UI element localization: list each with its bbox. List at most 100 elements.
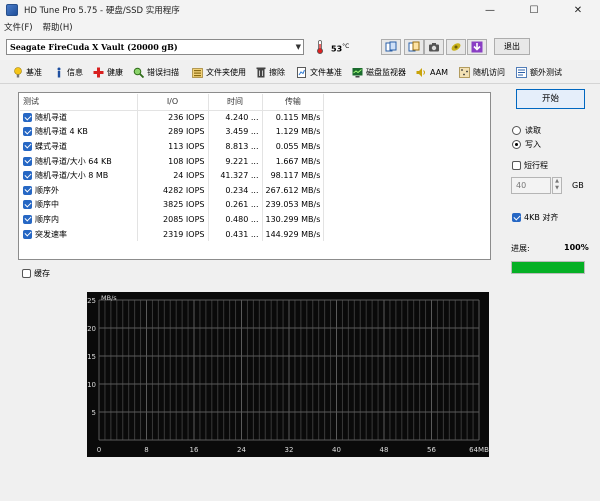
test-name: 蝶式寻道 bbox=[35, 141, 67, 151]
drive-select[interactable]: Seagate FireCuda X Vault (20000 gB) ▼ bbox=[6, 39, 304, 55]
test-name: 随机寻道 bbox=[35, 113, 67, 123]
column-header-transfer[interactable]: 传输 bbox=[262, 94, 325, 111]
io-value: 289 IOPS bbox=[137, 124, 209, 140]
tab-extra-tests[interactable]: 额外测试 bbox=[516, 64, 562, 80]
stepper-down-icon[interactable]: ▼ bbox=[553, 185, 561, 192]
test-checkbox[interactable] bbox=[23, 229, 32, 239]
maximize-button[interactable]: ☐ bbox=[512, 0, 556, 20]
x-tick-label: 64MB bbox=[469, 446, 489, 454]
test-checkbox[interactable] bbox=[23, 171, 32, 181]
column-header-test[interactable]: 测试 bbox=[20, 94, 138, 111]
x-tick-label: 8 bbox=[144, 446, 148, 454]
stepper-up-icon[interactable]: ▲ bbox=[553, 178, 561, 185]
tab-aam[interactable]: AAM bbox=[416, 64, 448, 80]
tab-erase[interactable]: 擦除 bbox=[255, 64, 285, 80]
chevron-down-icon: ▼ bbox=[295, 42, 301, 51]
file-benchmark-icon bbox=[296, 66, 307, 78]
extra-tests-icon bbox=[516, 66, 527, 78]
test-checkbox[interactable] bbox=[23, 141, 32, 151]
test-name: 随机寻道/大小 8 MB bbox=[35, 171, 109, 181]
short-stroke-box[interactable] bbox=[512, 161, 521, 170]
disk-monitor-icon bbox=[352, 67, 363, 78]
cache-box[interactable] bbox=[22, 269, 31, 278]
tab-folder-usage[interactable]: 文件夹使用 bbox=[192, 64, 246, 80]
tab-label: 错误扫描 bbox=[147, 67, 179, 77]
tab-random-access[interactable]: 随机访问 bbox=[459, 64, 505, 80]
test-checkbox[interactable] bbox=[23, 185, 32, 195]
align-4kb-box[interactable] bbox=[512, 213, 521, 222]
short-stroke-checkbox[interactable]: 短行程 bbox=[512, 160, 548, 171]
y-tick-label: 25 bbox=[87, 297, 96, 305]
exit-button[interactable]: 退出 bbox=[494, 38, 530, 55]
column-header-io[interactable]: I/O bbox=[137, 94, 209, 111]
results-list[interactable]: 测试 I/O 时间 传输 随机寻道 236 IOPS 4.240 ... 0.1… bbox=[18, 92, 491, 260]
tab-benchmark[interactable]: 基准 bbox=[12, 64, 42, 80]
cache-label: 缓存 bbox=[34, 269, 50, 278]
progress-bar bbox=[511, 261, 585, 274]
download-icon[interactable] bbox=[467, 39, 487, 55]
time-value: 3.459 ... bbox=[208, 124, 263, 140]
transfer-value: 239.053 MB/s bbox=[262, 197, 325, 213]
test-checkbox[interactable] bbox=[23, 113, 32, 123]
results-header: 测试 I/O 时间 传输 bbox=[20, 94, 325, 111]
test-checkbox[interactable] bbox=[23, 214, 32, 224]
column-header-time[interactable]: 时间 bbox=[208, 94, 263, 111]
short-stroke-size-input[interactable]: 40 bbox=[511, 177, 551, 194]
transfer-value: 144.929 MB/s bbox=[262, 226, 325, 242]
copy-info-icon[interactable] bbox=[381, 39, 401, 55]
table-row[interactable]: 顺序内 2085 IOPS 0.480 ... 130.299 MB/s bbox=[20, 212, 325, 227]
align-4kb-checkbox[interactable]: 4KB 对齐 bbox=[512, 212, 558, 223]
tab-label: 额外测试 bbox=[530, 67, 562, 77]
window-title: HD Tune Pro 5.75 - 硬盘/SSD 实用程序 bbox=[24, 6, 180, 16]
time-value: 0.431 ... bbox=[208, 226, 263, 242]
menu-file[interactable]: 文件(F) bbox=[4, 21, 33, 33]
time-value: 0.480 ... bbox=[208, 212, 263, 227]
tab-file-benchmark[interactable]: 文件基准 bbox=[296, 64, 342, 80]
title-bar: HD Tune Pro 5.75 - 硬盘/SSD 实用程序 — ☐ ✕ bbox=[0, 0, 600, 20]
erase-icon bbox=[255, 67, 266, 78]
x-tick-label: 40 bbox=[332, 446, 341, 454]
progress-fill bbox=[512, 262, 584, 273]
table-row[interactable]: 随机寻道 4 KB 289 IOPS 3.459 ... 1.129 MB/s bbox=[20, 124, 325, 140]
table-row[interactable]: 顺序中 3825 IOPS 0.261 ... 239.053 MB/s bbox=[20, 197, 325, 213]
close-button[interactable]: ✕ bbox=[556, 0, 600, 20]
tab-error-scan[interactable]: 错误扫描 bbox=[133, 64, 179, 80]
tab-health[interactable]: 健康 bbox=[93, 64, 123, 80]
test-checkbox[interactable] bbox=[23, 127, 32, 137]
test-name: 随机寻道/大小 64 KB bbox=[35, 156, 112, 166]
time-value: 9.221 ... bbox=[208, 153, 263, 169]
x-tick-label: 24 bbox=[237, 446, 246, 454]
y-tick-label: 20 bbox=[87, 325, 96, 333]
table-row[interactable]: 随机寻道/大小 8 MB 24 IOPS 41.327 ... 98.117 M… bbox=[20, 168, 325, 183]
size-stepper[interactable]: ▲ ▼ bbox=[552, 177, 562, 194]
table-row[interactable]: 随机寻道 236 IOPS 4.240 ... 0.115 MB/s bbox=[20, 110, 325, 125]
table-row[interactable]: 顺序外 4282 IOPS 0.234 ... 267.612 MB/s bbox=[20, 182, 325, 198]
tab-bar: 基准 信息 健康 错误扫描 文件夹使用 擦除 文件基准 磁盘监视器 AAM 随机… bbox=[0, 60, 600, 84]
camera-icon[interactable] bbox=[424, 39, 444, 55]
info-icon bbox=[53, 67, 64, 78]
table-row[interactable]: 随机寻道/大小 64 KB 108 IOPS 9.221 ... 1.667 M… bbox=[20, 153, 325, 169]
test-checkbox[interactable] bbox=[23, 156, 32, 166]
radio-write-dot[interactable] bbox=[512, 140, 521, 149]
table-row[interactable]: 突发速率 2319 IOPS 0.431 ... 144.929 MB/s bbox=[20, 226, 325, 242]
start-button[interactable]: 开始 bbox=[516, 89, 585, 109]
tab-disk-monitor[interactable]: 磁盘监视器 bbox=[352, 64, 406, 80]
radio-read[interactable]: 读取 bbox=[512, 125, 541, 136]
test-checkbox[interactable] bbox=[23, 200, 32, 210]
benchmark-icon bbox=[12, 66, 23, 78]
copy-screen-icon[interactable] bbox=[404, 39, 424, 55]
radio-read-dot[interactable] bbox=[512, 126, 521, 135]
transfer-value: 98.117 MB/s bbox=[262, 168, 325, 183]
health-icon[interactable] bbox=[446, 39, 466, 55]
io-value: 2319 IOPS bbox=[137, 226, 209, 242]
table-row[interactable]: 蝶式寻道 113 IOPS 8.813 ... 0.055 MB/s bbox=[20, 139, 325, 154]
menu-help[interactable]: 帮助(H) bbox=[43, 21, 73, 33]
x-tick-label: 0 bbox=[97, 446, 101, 454]
cache-checkbox[interactable]: 缓存 bbox=[22, 268, 50, 279]
transfer-value: 0.055 MB/s bbox=[262, 139, 325, 154]
minimize-button[interactable]: — bbox=[468, 0, 512, 20]
tab-info[interactable]: 信息 bbox=[53, 64, 83, 80]
radio-write[interactable]: 写入 bbox=[512, 139, 541, 150]
y-tick-label: 15 bbox=[87, 353, 96, 361]
window-controls: — ☐ ✕ bbox=[468, 0, 600, 20]
